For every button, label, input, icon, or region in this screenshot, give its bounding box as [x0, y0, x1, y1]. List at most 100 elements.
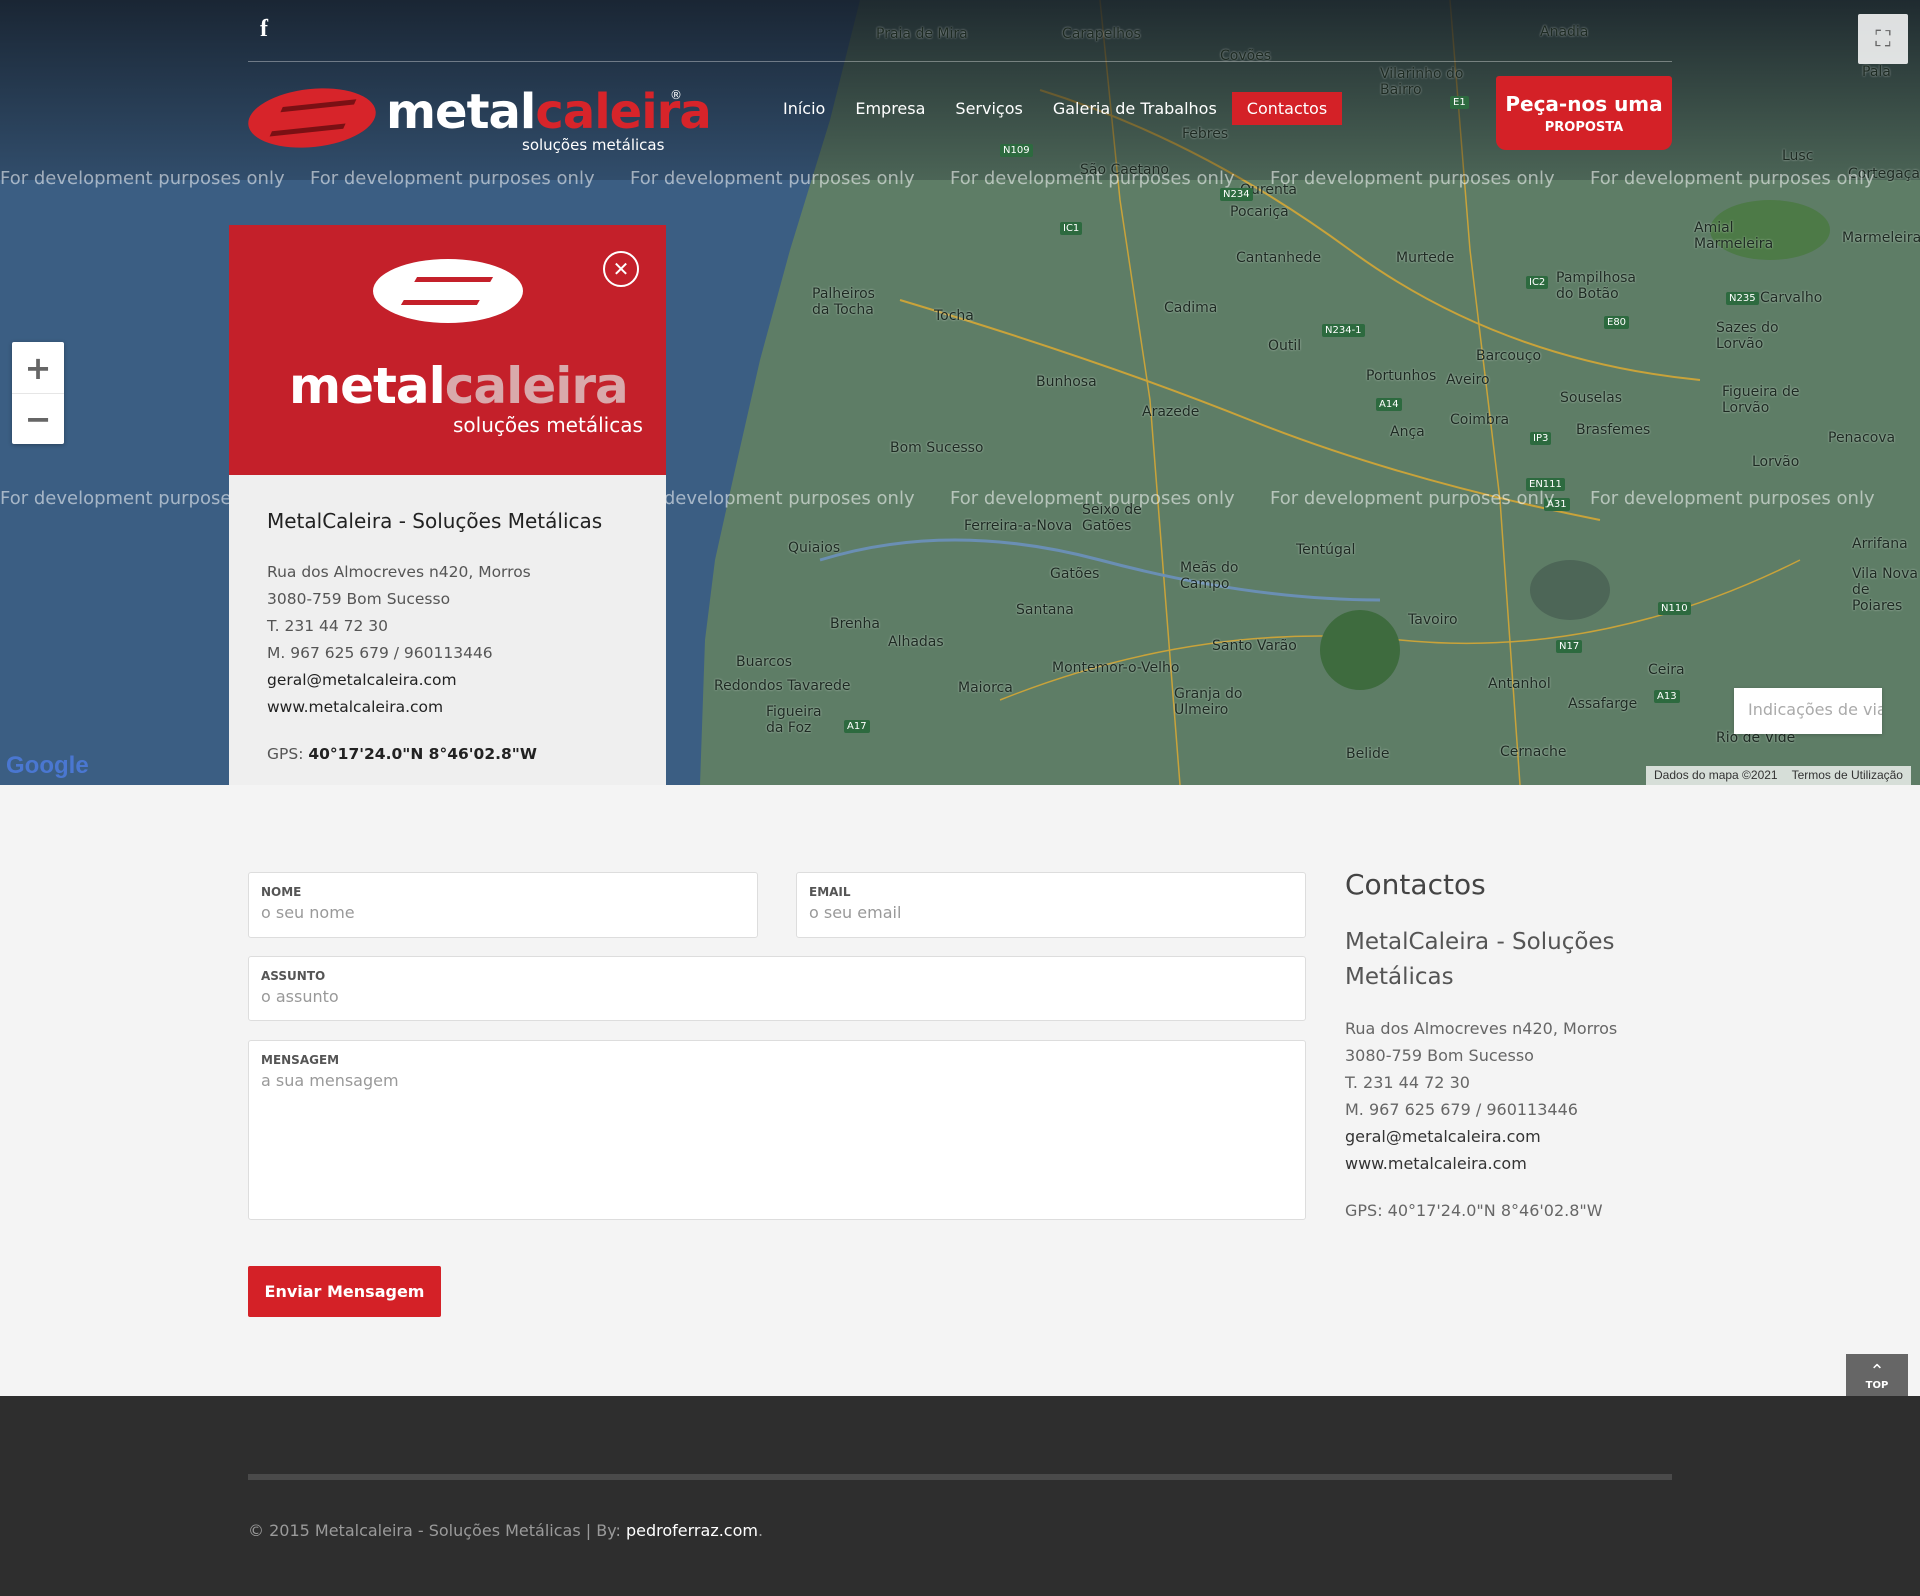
name-field[interactable]: NOME	[248, 872, 758, 938]
map-label: Maiorca	[958, 680, 1013, 696]
nav-contactos[interactable]: Contactos	[1231, 92, 1343, 125]
info-email-link[interactable]: geral@metalcaleira.com	[267, 667, 628, 694]
map-label: Quiaios	[788, 540, 841, 556]
email-label: EMAIL	[809, 885, 851, 899]
map-label: Antanhol	[1488, 676, 1551, 692]
map-label: Coimbra	[1450, 412, 1510, 428]
zoom-out-button[interactable]: −	[12, 393, 64, 444]
road-badge: A14	[1376, 398, 1402, 411]
facebook-icon[interactable]: f	[260, 16, 268, 43]
subject-field[interactable]: ASSUNTO	[248, 956, 1306, 1021]
footer: © 2015 Metalcaleira - Soluções Metálicas…	[0, 1396, 1920, 1596]
logo-mark-icon	[245, 82, 379, 154]
contacts-mobile: M. 967 625 679 / 960113446	[1345, 1100, 1578, 1119]
subject-input[interactable]	[261, 987, 1293, 1006]
map-label: Assafarge	[1568, 696, 1638, 712]
info-logo-tagline: soluções metálicas	[453, 413, 643, 437]
map-label: Sazes do Lorvão	[1716, 320, 1779, 352]
contacts-email-link[interactable]: geral@metalcaleira.com	[1345, 1123, 1665, 1150]
email-field[interactable]: EMAIL	[796, 872, 1306, 938]
road-badge: N234	[1220, 188, 1253, 201]
nav-galeria[interactable]: Galeria de Trabalhos	[1038, 92, 1232, 125]
cta-line1: Peça-nos uma	[1505, 92, 1663, 116]
map-label: Ança	[1390, 424, 1425, 440]
map-info-window: metalcaleira soluções metálicas ✕ MetalC…	[229, 225, 666, 785]
map-label: Santo Varão	[1212, 638, 1297, 654]
message-input[interactable]	[261, 1071, 1293, 1185]
info-mobile: M. 967 625 679 / 960113446	[267, 644, 493, 662]
info-gps: GPS: 40°17'24.0"N 8°46'02.8"W	[267, 745, 537, 763]
map-label: Outil	[1268, 338, 1302, 354]
info-logo-mark-icon	[373, 259, 523, 323]
map-data-credit: Dados do mapa ©2021	[1654, 768, 1778, 782]
map-label: Cernache	[1500, 744, 1567, 760]
map-label: Ferreira-a-Nova	[964, 518, 1073, 534]
message-field[interactable]: MENSAGEM	[248, 1040, 1306, 1220]
contacts-address2: 3080-759 Bom Sucesso	[1345, 1046, 1534, 1065]
contacts-website-link[interactable]: www.metalcaleira.com	[1345, 1150, 1665, 1177]
map-label: Bunhosa	[1036, 374, 1097, 390]
road-badge: A13	[1654, 690, 1680, 703]
map-watermark: For development purposes only	[1270, 488, 1555, 509]
zoom-in-button[interactable]: +	[12, 342, 64, 393]
fullscreen-icon[interactable]: ⛶	[1858, 14, 1908, 64]
site-logo[interactable]: metalcaleira ® soluções metálicas	[245, 82, 712, 156]
map-watermark: For development purposes only	[1270, 168, 1555, 189]
request-proposal-button[interactable]: Peça-nos uma PROPOSTA	[1496, 76, 1672, 150]
map[interactable]: Praia de Mira Carapelhos Anadia Covões V…	[0, 0, 1920, 785]
map-label: Vila Nova de Poiares	[1852, 566, 1918, 614]
map-label: Alhadas	[888, 634, 944, 650]
map-label: Carvalho	[1760, 290, 1823, 306]
map-watermark: For development purposes only	[1590, 168, 1875, 189]
send-message-button[interactable]: Enviar Mensagem	[248, 1266, 441, 1317]
map-watermark: For development purposes only	[1590, 488, 1875, 509]
road-badge: E80	[1604, 316, 1630, 329]
map-label: Bom Sucesso	[890, 440, 984, 456]
directions-input[interactable]: Indicações de viagem	[1734, 688, 1882, 734]
close-icon[interactable]: ✕	[603, 251, 639, 287]
contacts-phone: T. 231 44 72 30	[1345, 1073, 1470, 1092]
info-window-body: MetalCaleira - Soluções Metálicas Rua do…	[229, 475, 666, 763]
road-badge: N234-1	[1322, 324, 1365, 337]
road-badge: A17	[844, 720, 870, 733]
map-label: Redondos Tavarede	[714, 678, 851, 694]
zoom-control: + −	[12, 342, 64, 444]
map-label: Tocha	[934, 308, 974, 324]
map-label: Arrifana	[1852, 536, 1908, 552]
nav-servicos[interactable]: Serviços	[940, 92, 1037, 125]
road-badge: IP3	[1530, 432, 1552, 445]
info-logo-wordmark: metalcaleira	[289, 357, 629, 415]
name-input[interactable]	[261, 903, 745, 922]
author-link[interactable]: pedroferraz.com	[626, 1521, 758, 1540]
map-watermark: For development purposes only	[0, 168, 285, 189]
top-bar: f	[248, 0, 1672, 62]
map-label: Montemor-o-Velho	[1052, 660, 1180, 676]
footer-copyright: © 2015 Metalcaleira - Soluções Metálicas…	[248, 1521, 764, 1540]
map-watermark: For development purposes only	[950, 488, 1235, 509]
email-input[interactable]	[809, 903, 1293, 922]
map-terms-link[interactable]: Termos de Utilização	[1792, 768, 1903, 783]
map-label: Granja do Ulmeiro	[1174, 686, 1243, 718]
map-label: Belide	[1346, 746, 1390, 762]
map-watermark: For development purposes only	[310, 168, 595, 189]
nav-empresa[interactable]: Empresa	[840, 92, 940, 125]
road-badge: IC2	[1526, 276, 1549, 289]
map-label: Ceira	[1648, 662, 1685, 678]
map-label: Brenha	[830, 616, 880, 632]
logo-tagline: soluções metálicas	[522, 136, 665, 154]
map-watermark: For development purposes only	[950, 168, 1235, 189]
map-label: Penacova	[1828, 430, 1896, 446]
google-logo[interactable]: Google	[6, 752, 89, 780]
road-badge: N109	[1000, 144, 1033, 157]
info-website-link[interactable]: www.metalcaleira.com	[267, 694, 628, 721]
contacts-address1: Rua dos Almocreves n420, Morros	[1345, 1019, 1618, 1038]
map-label: Lusc	[1782, 148, 1814, 164]
contacts-heading: Contactos	[1345, 868, 1486, 901]
info-phone: T. 231 44 72 30	[267, 617, 389, 635]
cta-line2: PROPOSTA	[1544, 120, 1624, 135]
map-label: Febres	[1182, 126, 1229, 142]
map-label: Palheiros da Tocha	[812, 286, 875, 318]
map-label: Vilarinho do Bairro	[1380, 66, 1464, 98]
main-nav: Início Empresa Serviços Galeria de Traba…	[768, 92, 1343, 125]
nav-inicio[interactable]: Início	[768, 92, 840, 125]
